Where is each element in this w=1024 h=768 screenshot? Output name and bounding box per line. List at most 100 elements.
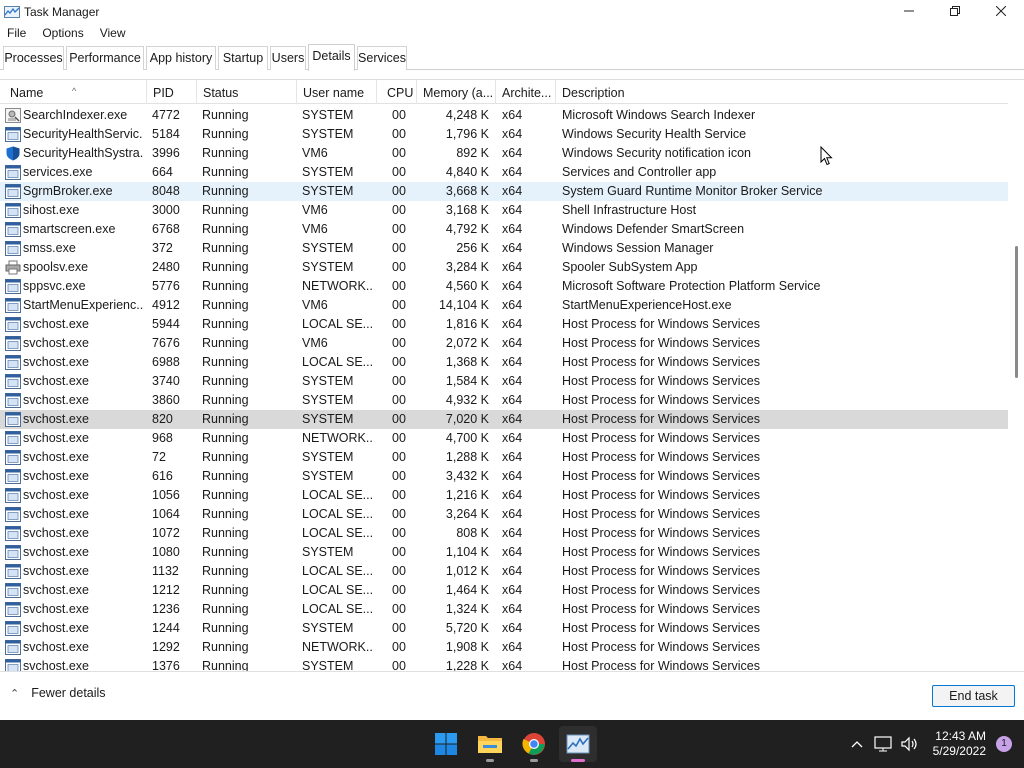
process-description: Windows Security Health Service (562, 127, 747, 141)
window-icon (5, 393, 21, 408)
menu-options[interactable]: Options (34, 24, 91, 42)
column-header-pid[interactable]: PID (147, 80, 197, 104)
process-status: Running (202, 469, 249, 483)
table-row[interactable]: svchost.exe 820 Running SYSTEM 00 7,020 K x64 H… (0, 410, 1008, 429)
process-pid: 3000 (152, 203, 180, 217)
table-row[interactable]: smss.exe 372 Running SYSTEM 00 256 K x64 Window… (0, 239, 1008, 258)
process-description: System Guard Runtime Monitor Broker Serv… (562, 184, 823, 198)
table-row[interactable]: services.exe 664 Running SYSTEM 00 4,840 K x64… (0, 163, 1008, 182)
process-description: Host Process for Windows Services (562, 469, 760, 483)
column-header-architecture[interactable]: Archite... (496, 80, 556, 104)
table-row[interactable]: svchost.exe 1376 Running SYSTEM 00 1,228 K x64… (0, 657, 1008, 671)
table-row[interactable]: svchost.exe 1244 Running SYSTEM 00 5,720 K x64… (0, 619, 1008, 638)
table-row[interactable]: svchost.exe 968 Running NETWORK... 00 4,700 K… (0, 429, 1008, 448)
tab-users[interactable]: Users (270, 46, 306, 70)
scrollbar-thumb[interactable] (1015, 246, 1018, 378)
process-status: Running (202, 393, 249, 407)
taskbar-chrome[interactable] (515, 726, 553, 762)
tab-app-history[interactable]: App history (146, 46, 216, 70)
column-header-description[interactable]: Description (556, 80, 1008, 104)
column-header-memory[interactable]: Memory (a... (417, 80, 496, 104)
process-status: Running (202, 203, 249, 217)
table-row[interactable]: svchost.exe 1072 Running LOCAL SE... 00 808 K… (0, 524, 1008, 543)
fewer-details-button[interactable]: ⌃ Fewer details (10, 686, 106, 700)
table-row[interactable]: svchost.exe 1132 Running LOCAL SE... 00 1,012… (0, 562, 1008, 581)
table-row[interactable]: svchost.exe 1056 Running LOCAL SE... 00 1,216… (0, 486, 1008, 505)
taskbar-file-explorer[interactable] (471, 726, 509, 762)
process-user: SYSTEM (302, 450, 354, 464)
table-row[interactable]: svchost.exe 3740 Running SYSTEM 00 1,584 K x64… (0, 372, 1008, 391)
table-row[interactable]: sppsvc.exe 5776 Running NETWORK... 00 4,560 K… (0, 277, 1008, 296)
maximize-button[interactable] (932, 0, 978, 22)
tab-processes[interactable]: Processes (3, 46, 64, 70)
chevron-up-icon: ⌃ (10, 687, 20, 700)
show-hidden-icons-button[interactable] (845, 732, 869, 756)
table-row[interactable]: SgrmBroker.exe 8048 Running SYSTEM 00 3,668 K… (0, 182, 1008, 201)
table-row[interactable]: svchost.exe 1064 Running LOCAL SE... 00 3,264… (0, 505, 1008, 524)
table-row[interactable]: svchost.exe 5944 Running LOCAL SE... 00 1,816… (0, 315, 1008, 334)
menu-view[interactable]: View (92, 24, 134, 42)
volume-button[interactable] (897, 732, 921, 756)
process-pid: 3740 (152, 374, 180, 388)
clock[interactable]: 12:43 AM 5/29/2022 (933, 729, 986, 759)
table-row[interactable]: svchost.exe 1080 Running SYSTEM 00 1,104 K x64… (0, 543, 1008, 562)
process-description: Microsoft Software Protection Platform S… (562, 279, 821, 293)
table-row[interactable]: svchost.exe 6988 Running LOCAL SE... 00 1,368… (0, 353, 1008, 372)
process-user: SYSTEM (302, 393, 354, 407)
window-icon (5, 127, 21, 142)
table-row[interactable]: SecurityHealthServic... 5184 Running SYSTEM… (0, 125, 1008, 144)
column-header-user[interactable]: User name (297, 80, 377, 104)
table-row[interactable]: spoolsv.exe 2480 Running SYSTEM 00 3,284 K x64… (0, 258, 1008, 277)
tab-services[interactable]: Services (357, 46, 407, 70)
table-row[interactable]: SearchIndexer.exe 4772 Running SYSTEM 00 4,24… (0, 106, 1008, 125)
process-architecture: x64 (502, 431, 523, 445)
process-description: Shell Infrastructure Host (562, 203, 697, 217)
window-icon (5, 488, 21, 503)
table-row[interactable]: svchost.exe 1212 Running LOCAL SE... 00 1,464… (0, 581, 1008, 600)
tab-details[interactable]: Details (308, 44, 355, 71)
process-cpu: 00 (392, 279, 406, 293)
process-architecture: x64 (502, 298, 523, 312)
minimize-button[interactable] (886, 0, 932, 22)
tab-performance[interactable]: Performance (66, 46, 144, 70)
process-name: svchost.exe (23, 583, 90, 597)
network-status-button[interactable] (871, 732, 895, 756)
process-pid: 1072 (152, 526, 180, 540)
table-row[interactable]: sihost.exe 3000 Running VM6 00 3,168 K x64 Shel… (0, 201, 1008, 220)
tab-startup[interactable]: Startup (218, 46, 268, 70)
table-row[interactable]: smartscreen.exe 6768 Running VM6 00 4,792 K x6… (0, 220, 1008, 239)
process-pid: 1376 (152, 659, 180, 671)
column-header-cpu[interactable]: CPU (377, 80, 417, 104)
table-row[interactable]: svchost.exe 1236 Running LOCAL SE... 00 1,324… (0, 600, 1008, 619)
table-row[interactable]: svchost.exe 1292 Running NETWORK... 00 1,908 … (0, 638, 1008, 657)
table-row[interactable]: StartMenuExperienc... 4912 Running VM6 00 14,… (0, 296, 1008, 315)
process-cpu: 00 (392, 241, 406, 255)
start-button[interactable] (427, 726, 465, 762)
taskbar-task-manager[interactable] (559, 726, 597, 762)
notification-badge[interactable]: 1 (996, 736, 1012, 752)
process-memory: 1,104 K (445, 545, 489, 559)
column-header-name[interactable]: Name ^ (4, 80, 147, 104)
process-name: svchost.exe (23, 393, 90, 407)
menu-file[interactable]: File (0, 24, 34, 42)
process-pid: 372 (152, 241, 173, 255)
column-header-status[interactable]: Status (197, 80, 297, 104)
vertical-scrollbar[interactable] (1008, 80, 1024, 671)
process-name: svchost.exe (23, 488, 90, 502)
end-task-button[interactable]: End task (932, 685, 1015, 707)
close-button[interactable] (978, 0, 1024, 22)
process-user: SYSTEM (302, 260, 354, 274)
process-architecture: x64 (502, 659, 523, 671)
table-row[interactable]: svchost.exe 72 Running SYSTEM 00 1,288 K x64 Ho… (0, 448, 1008, 467)
process-architecture: x64 (502, 184, 523, 198)
process-description: Host Process for Windows Services (562, 526, 760, 540)
table-row[interactable]: svchost.exe 3860 Running SYSTEM 00 4,932 K x64… (0, 391, 1008, 410)
process-user: VM6 (302, 336, 328, 350)
process-memory: 4,560 K (445, 279, 489, 293)
process-user: LOCAL SE... (302, 355, 372, 369)
process-cpu: 00 (392, 640, 406, 654)
window-icon (5, 450, 21, 465)
table-row[interactable]: SecurityHealthSystra... 3996 Running VM6 00 8… (0, 144, 1008, 163)
table-row[interactable]: svchost.exe 7676 Running VM6 00 2,072 K x64 Hos… (0, 334, 1008, 353)
table-row[interactable]: svchost.exe 616 Running SYSTEM 00 3,432 K x64 H… (0, 467, 1008, 486)
